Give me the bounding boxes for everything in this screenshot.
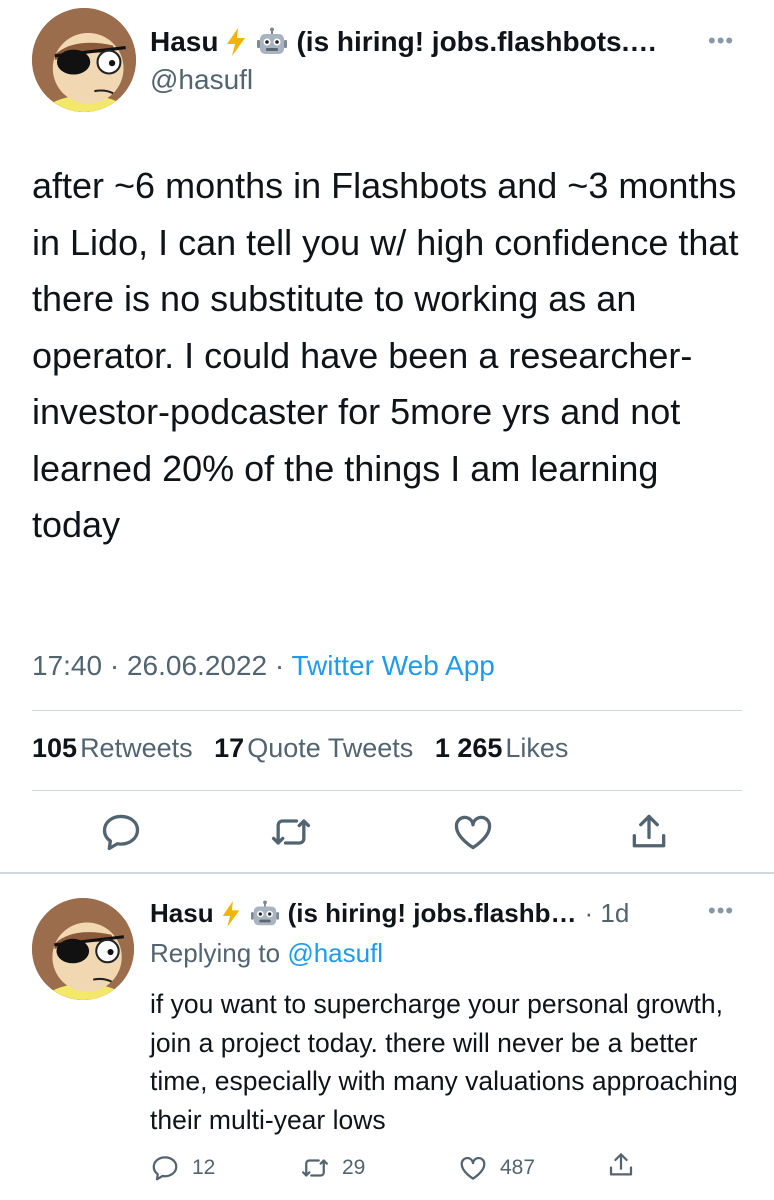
meta-separator: · bbox=[109, 650, 120, 681]
tweet-text: after ~6 months in Flashbots and ~3 mont… bbox=[32, 165, 739, 545]
like-button[interactable] bbox=[451, 810, 495, 854]
display-name[interactable]: Hasu bbox=[150, 26, 218, 58]
retweets-label: Retweets bbox=[80, 733, 193, 763]
divider bbox=[32, 790, 742, 791]
share-button[interactable] bbox=[606, 1150, 648, 1180]
retweet-button[interactable] bbox=[269, 810, 313, 854]
reply-icon bbox=[152, 1156, 178, 1181]
likes-stat[interactable]: 1 265 Likes bbox=[435, 733, 583, 763]
like-button[interactable]: 487 bbox=[458, 1153, 535, 1183]
reply-count: 12 bbox=[192, 1156, 216, 1179]
share-icon bbox=[632, 814, 666, 848]
share-icon bbox=[609, 1153, 633, 1176]
robot-icon bbox=[256, 27, 288, 57]
author-handle[interactable]: @hasufl bbox=[150, 64, 253, 96]
lightning-icon bbox=[224, 27, 248, 57]
replying-to-label: Replying to bbox=[150, 938, 281, 968]
retweet-count: 29 bbox=[342, 1156, 366, 1179]
display-name-suffix: (is hiring! jobs.flashbots.… bbox=[296, 26, 658, 57]
reply-button[interactable]: 12 bbox=[150, 1153, 215, 1183]
replying-to-handle[interactable]: @hasufl bbox=[287, 938, 383, 968]
display-name-suffix: (is hiring! jobs.flashb… bbox=[287, 898, 577, 928]
reply-button[interactable] bbox=[99, 810, 143, 854]
heart-icon bbox=[460, 1156, 486, 1180]
quotes-count: 17 bbox=[214, 733, 245, 763]
reply-author-row: Hasu (is hiring! jobs.flashb… · 1d bbox=[150, 898, 629, 929]
reply-text: if you want to supercharge your personal… bbox=[150, 989, 738, 1135]
reply-icon bbox=[102, 814, 140, 851]
likes-count: 1 265 bbox=[434, 733, 503, 763]
like-count: 487 bbox=[500, 1156, 536, 1179]
tweet-time[interactable]: 17:40 bbox=[32, 650, 102, 681]
robot-icon bbox=[250, 899, 280, 928]
author-name-row: Hasu (is hiring! jobs.flashbots.… bbox=[150, 26, 657, 58]
meta-separator: · bbox=[274, 650, 285, 681]
engagement-stats: 105 Retweets 17 Quote Tweets 1 265 Likes bbox=[32, 733, 582, 764]
share-button[interactable] bbox=[627, 810, 671, 854]
retweet-button[interactable]: 29 bbox=[300, 1153, 365, 1183]
tweet-date[interactable]: 26.06.2022 bbox=[127, 650, 267, 681]
ellipsis-icon[interactable]: ••• bbox=[708, 28, 734, 54]
heart-icon bbox=[454, 815, 492, 850]
quotes-label: Quote Tweets bbox=[247, 733, 414, 763]
retweets-count: 105 bbox=[32, 733, 78, 763]
divider bbox=[0, 872, 774, 874]
retweet-icon bbox=[302, 1159, 328, 1177]
divider bbox=[32, 710, 742, 711]
likes-label: Likes bbox=[505, 733, 569, 763]
quotes-stat[interactable]: 17 Quote Tweets bbox=[214, 733, 427, 763]
avatar[interactable] bbox=[32, 8, 136, 112]
replying-to: Replying to @hasufl bbox=[150, 938, 383, 969]
retweets-stat[interactable]: 105 Retweets bbox=[32, 733, 207, 763]
tweet-meta: 17:40 · 26.06.2022 · Twitter Web App bbox=[32, 650, 495, 682]
retweet-icon bbox=[271, 819, 311, 845]
tweet-source[interactable]: Twitter Web App bbox=[292, 650, 495, 681]
avatar[interactable] bbox=[32, 898, 134, 1000]
display-name[interactable]: Hasu bbox=[150, 898, 214, 929]
ellipsis-icon[interactable]: ••• bbox=[708, 898, 734, 924]
lightning-icon bbox=[220, 900, 242, 928]
tweet-age[interactable]: · 1d bbox=[584, 898, 629, 929]
